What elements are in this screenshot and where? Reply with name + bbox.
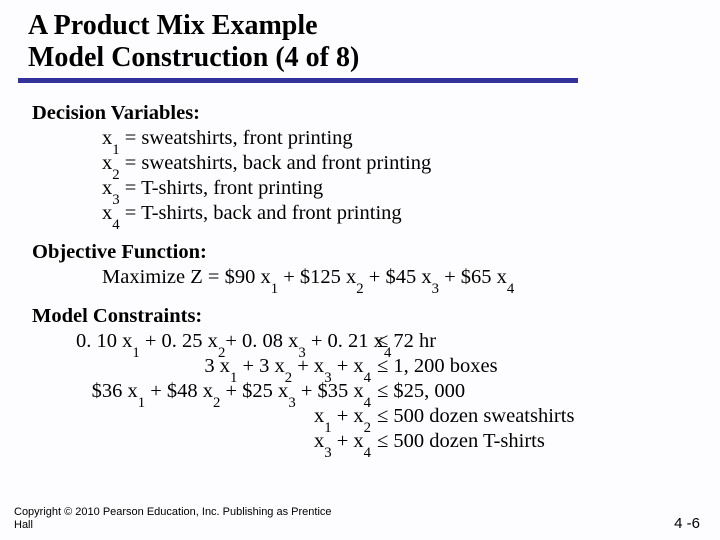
- constraint-5-rhs: ≤ 500 dozen T-shirts: [371, 429, 545, 454]
- title-line-2: Model Construction (4 of 8): [28, 42, 359, 73]
- constraint-row-1: 0. 10 x1 + 0. 25 x2+ 0. 08 x3 + 0. 21 x4…: [76, 329, 692, 354]
- constraint-row-5: x3 + x4 ≤ 500 dozen T-shirts: [76, 429, 692, 454]
- objective-function: Maximize Z = $90 x1 + $125 x2 + $45 x3 +…: [32, 265, 692, 290]
- title-block: A Product Mix Example Model Construction…: [0, 0, 720, 74]
- constraint-4-lhs: x1 + x2: [76, 404, 371, 429]
- slide-body: Decision Variables: x1 = sweatshirts, fr…: [0, 83, 720, 454]
- footer-line-1: Copyright © 2010 Pearson Education, Inc.…: [14, 506, 332, 518]
- page-number: 4 -6: [674, 515, 700, 532]
- model-constraints-heading: Model Constraints:: [32, 304, 692, 329]
- slide: A Product Mix Example Model Construction…: [0, 0, 720, 540]
- slide-title: A Product Mix Example Model Construction…: [28, 10, 720, 74]
- dv-x1: x1 = sweatshirts, front printing: [32, 126, 692, 151]
- constraint-row-3: $36 x1 + $48 x2 + $25 x3 + $35 x4 ≤ $25,…: [76, 379, 692, 404]
- constraint-row-4: x1 + x2 ≤ 500 dozen sweatshirts: [76, 404, 692, 429]
- decision-variables-heading: Decision Variables:: [32, 101, 692, 126]
- constraint-4-rhs: ≤ 500 dozen sweatshirts: [371, 404, 574, 429]
- objective-function-heading: Objective Function:: [32, 240, 692, 265]
- dv-x2: x2 = sweatshirts, back and front printin…: [32, 151, 692, 176]
- title-line-1: A Product Mix Example: [28, 10, 318, 41]
- constraints-block: 0. 10 x1 + 0. 25 x2+ 0. 08 x3 + 0. 21 x4…: [32, 329, 692, 454]
- dv-x4: x4 = T-shirts, back and front printing: [32, 201, 692, 226]
- constraint-1-rhs: ≤ 72 hr: [371, 329, 436, 354]
- constraint-3-rhs: ≤ $25, 000: [371, 379, 465, 404]
- dv-x3: x3 = T-shirts, front printing: [32, 176, 692, 201]
- footer-line-2: Hall: [14, 519, 33, 531]
- constraint-1-lhs: 0. 10 x1 + 0. 25 x2+ 0. 08 x3 + 0. 21 x4: [76, 329, 371, 354]
- copyright-footer: Copyright © 2010 Pearson Education, Inc.…: [14, 506, 354, 532]
